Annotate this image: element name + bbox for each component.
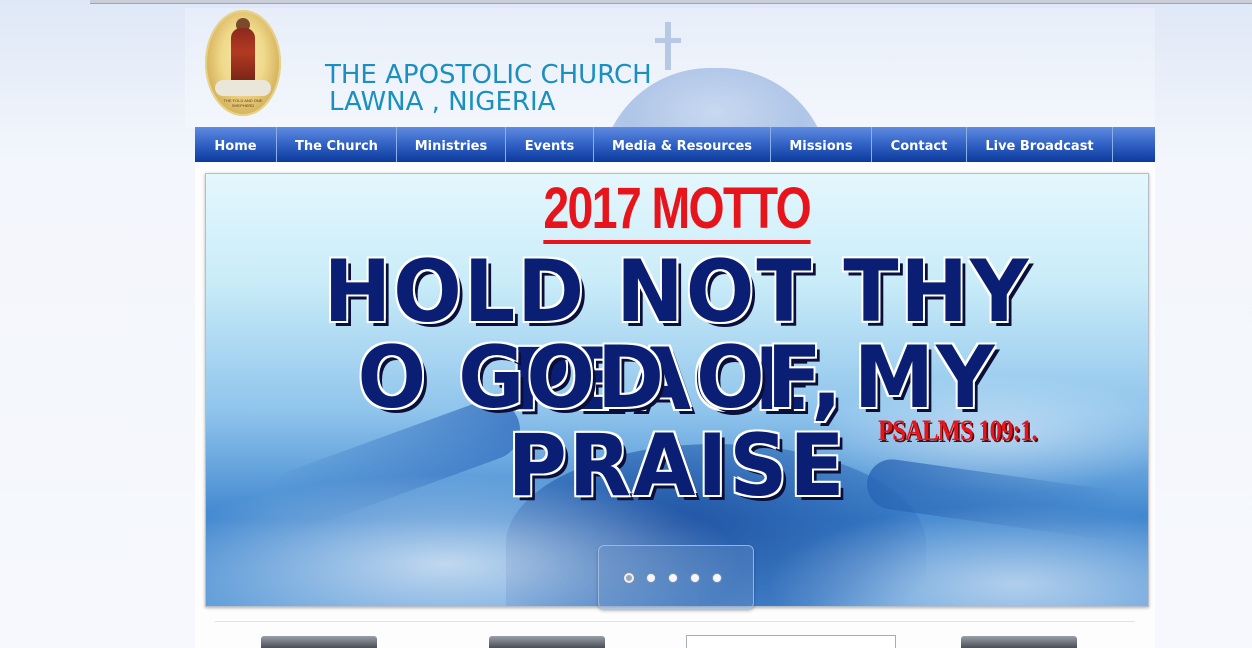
scripture-reference: PSALMS 109:1. xyxy=(878,414,1038,447)
main-nav: Home The Church Ministries Events Media … xyxy=(195,127,1155,162)
cross-bar xyxy=(655,38,681,43)
site-title-line1: THE APOSTOLIC CHURCH xyxy=(325,60,652,90)
nav-live-broadcast[interactable]: Live Broadcast xyxy=(967,127,1113,162)
nav-media-resources[interactable]: Media & Resources xyxy=(594,127,771,162)
motto-headline: 2017 MOTTO xyxy=(543,178,812,244)
feature-thumbnail[interactable] xyxy=(961,636,1077,648)
sheep-graphic xyxy=(215,80,271,96)
slide-dot-4[interactable] xyxy=(690,573,700,583)
nav-home[interactable]: Home xyxy=(195,127,277,162)
logo-motto-text: THE FOLD AND ONE SHEPHERD xyxy=(223,98,263,108)
motto-headline-wrap: 2017 MOTTO xyxy=(206,178,1148,244)
feature-thumbnail[interactable] xyxy=(261,636,377,648)
hero-slider[interactable]: 2017 MOTTO HOLD NOT THY PEACE, O GOD OF … xyxy=(205,173,1149,607)
broken-image-placeholder[interactable] xyxy=(686,635,896,648)
section-divider xyxy=(215,621,1135,622)
browser-top-edge xyxy=(90,0,1252,4)
nav-ministries[interactable]: Ministries xyxy=(397,127,506,162)
cross-icon xyxy=(665,22,671,70)
shepherd-figure xyxy=(231,28,255,88)
nav-events[interactable]: Events xyxy=(506,127,594,162)
slide-dot-5[interactable] xyxy=(712,573,722,583)
site-title-line2: LAWNA , NIGERIA xyxy=(329,87,556,117)
slide-dot-1[interactable] xyxy=(624,573,634,583)
site-title: THE APOSTOLIC CHURCH LAWNA , NIGERIA xyxy=(325,62,652,116)
nav-the-church[interactable]: The Church xyxy=(277,127,397,162)
slide-dot-3[interactable] xyxy=(668,573,678,583)
church-logo[interactable]: THE FOLD AND ONE SHEPHERD xyxy=(205,10,281,116)
nav-missions[interactable]: Missions xyxy=(771,127,872,162)
feature-thumbnail[interactable] xyxy=(489,636,605,648)
nav-contact[interactable]: Contact xyxy=(872,127,967,162)
slide-dot-2[interactable] xyxy=(646,573,656,583)
slider-pager xyxy=(598,545,754,609)
